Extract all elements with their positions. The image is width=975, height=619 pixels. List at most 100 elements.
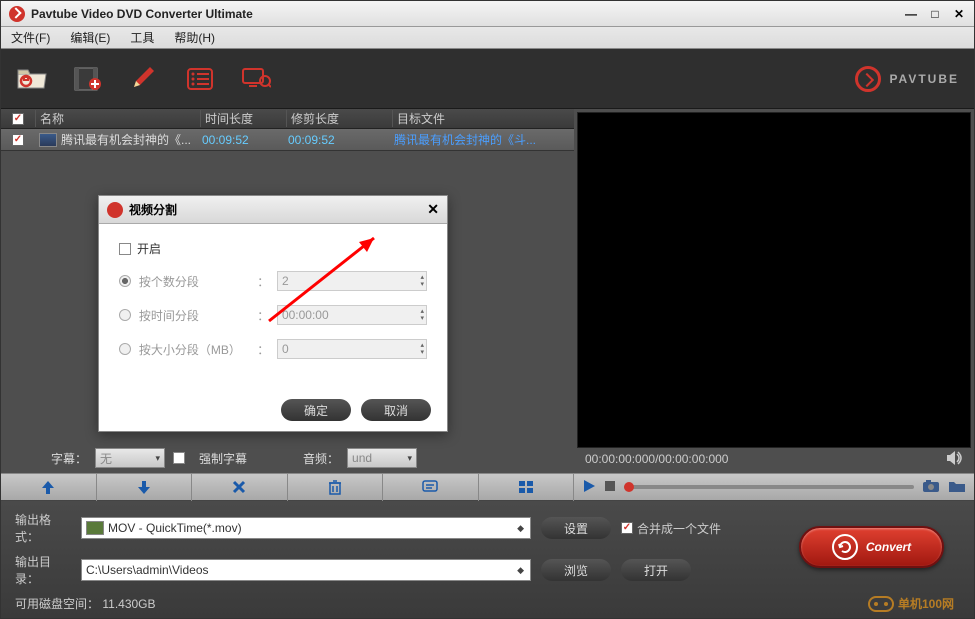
select-all-checkbox[interactable] bbox=[12, 113, 24, 125]
browse-button[interactable]: 浏览 bbox=[541, 559, 611, 581]
disk-space-label: 可用磁盘空间： bbox=[15, 597, 99, 611]
brand-logo: PAVTUBE bbox=[855, 66, 959, 92]
dialog-icon bbox=[107, 202, 123, 218]
forced-sub-checkbox[interactable] bbox=[173, 452, 185, 464]
format-icon bbox=[86, 521, 104, 535]
dialog-titlebar[interactable]: 视频分割 ✕ bbox=[99, 196, 447, 224]
file-list-panel: 名称 时间长度 修剪长度 目标文件 腾讯最有机会封神的《... 00:09:52… bbox=[1, 109, 574, 473]
menu-tool[interactable]: 工具 bbox=[130, 29, 154, 46]
time-spinner[interactable]: 00:00:00 bbox=[277, 305, 427, 325]
titlebar[interactable]: Pavtube Video DVD Converter Ultimate — □… bbox=[1, 1, 974, 27]
output-dir-input[interactable]: C:\Users\admin\Videos bbox=[81, 559, 531, 581]
by-count-radio[interactable] bbox=[119, 275, 131, 287]
filmstrip-add-icon bbox=[73, 66, 103, 92]
app-icon bbox=[9, 6, 25, 22]
action-bar bbox=[1, 473, 974, 501]
time-display: 00:00:00:000/00:00:00:000 bbox=[577, 448, 971, 470]
header-target[interactable]: 目标文件 bbox=[392, 110, 574, 127]
seek-slider[interactable] bbox=[624, 485, 914, 489]
info-button[interactable] bbox=[383, 473, 479, 501]
convert-label: Convert bbox=[866, 540, 911, 554]
volume-icon[interactable] bbox=[945, 450, 963, 469]
minimize-button[interactable]: — bbox=[904, 7, 918, 21]
by-size-label: 按大小分段（MB） bbox=[139, 341, 257, 358]
by-time-radio[interactable] bbox=[119, 309, 131, 321]
row-checkbox[interactable] bbox=[12, 134, 24, 146]
move-down-button[interactable] bbox=[97, 473, 193, 501]
grid-button[interactable] bbox=[479, 473, 575, 501]
menu-edit[interactable]: 编辑(E) bbox=[70, 29, 110, 46]
dialog-close-button[interactable]: ✕ bbox=[427, 201, 439, 218]
format-dropdown[interactable]: MOV - QuickTime(*.mov) bbox=[81, 517, 531, 539]
maximize-button[interactable]: □ bbox=[928, 7, 942, 21]
merge-checkbox[interactable] bbox=[621, 522, 633, 534]
list-button[interactable] bbox=[184, 63, 216, 95]
video-preview[interactable] bbox=[577, 112, 971, 448]
window-title: Pavtube Video DVD Converter Ultimate bbox=[31, 7, 253, 21]
move-up-button[interactable] bbox=[1, 473, 97, 501]
header-name[interactable]: 名称 bbox=[35, 110, 200, 127]
header-duration[interactable]: 时间长度 bbox=[200, 110, 286, 127]
pencil-icon bbox=[130, 65, 158, 93]
enable-checkbox[interactable] bbox=[119, 243, 131, 255]
delete-button[interactable] bbox=[288, 473, 384, 501]
by-time-label: 按时间分段 bbox=[139, 307, 257, 324]
convert-button[interactable]: Convert bbox=[799, 526, 944, 568]
watermark-text: 单机100网 bbox=[898, 595, 954, 612]
close-button[interactable]: ✕ bbox=[952, 7, 966, 21]
stop-button[interactable] bbox=[604, 480, 616, 495]
menu-help[interactable]: 帮助(H) bbox=[174, 29, 215, 46]
menubar: 文件(F) 编辑(E) 工具 帮助(H) bbox=[1, 27, 974, 49]
row-trim: 00:09:52 bbox=[284, 133, 390, 147]
count-spinner[interactable]: 2 bbox=[277, 271, 427, 291]
merge-label: 合并成一个文件 bbox=[637, 520, 721, 537]
screen-button[interactable] bbox=[240, 63, 272, 95]
subtitle-label: 字幕： bbox=[51, 450, 87, 467]
header-trim[interactable]: 修剪长度 bbox=[286, 110, 392, 127]
by-count-label: 按个数分段 bbox=[139, 273, 257, 290]
row-duration: 00:09:52 bbox=[198, 133, 284, 147]
settings-button[interactable]: 设置 bbox=[541, 517, 611, 539]
forced-sub-label: 强制字幕 bbox=[199, 450, 247, 467]
snapshot-button[interactable] bbox=[922, 479, 940, 496]
menu-file[interactable]: 文件(F) bbox=[11, 29, 50, 46]
time-text: 00:00:00:000/00:00:00:000 bbox=[585, 452, 728, 466]
subtitle-bar: 字幕： 无 强制字幕 音频： und bbox=[1, 443, 574, 473]
list-body: 视频分割 ✕ 开启 按个数分段 ： 2 bbox=[1, 151, 574, 443]
play-button[interactable] bbox=[582, 479, 596, 496]
convert-icon bbox=[832, 534, 858, 560]
audio-label: 音频： bbox=[303, 450, 339, 467]
cancel-button[interactable]: 取消 bbox=[361, 399, 431, 421]
open-folder-button[interactable] bbox=[16, 63, 48, 95]
by-size-radio[interactable] bbox=[119, 343, 131, 355]
enable-label: 开启 bbox=[137, 240, 161, 257]
add-video-button[interactable] bbox=[72, 63, 104, 95]
output-dir-label: 输出目录： bbox=[15, 553, 71, 587]
split-dialog: 视频分割 ✕ 开启 按个数分段 ： 2 bbox=[98, 195, 448, 432]
preview-panel: 00:00:00:000/00:00:00:000 bbox=[574, 109, 974, 473]
folder-icon bbox=[16, 66, 48, 92]
main-area: 名称 时间长度 修剪长度 目标文件 腾讯最有机会封神的《... 00:09:52… bbox=[1, 109, 974, 473]
format-label: 输出格式： bbox=[15, 511, 71, 545]
app-window: Pavtube Video DVD Converter Ultimate — □… bbox=[0, 0, 975, 619]
brand-text: PAVTUBE bbox=[889, 72, 959, 86]
open-button[interactable]: 打开 bbox=[621, 559, 691, 581]
list-icon bbox=[186, 67, 214, 91]
subtitle-dropdown[interactable]: 无 bbox=[95, 448, 165, 468]
output-folder-button[interactable] bbox=[948, 479, 966, 496]
size-spinner[interactable]: 0 bbox=[277, 339, 427, 359]
brand-icon bbox=[855, 66, 881, 92]
remove-button[interactable] bbox=[192, 473, 288, 501]
audio-dropdown[interactable]: und bbox=[347, 448, 417, 468]
table-row[interactable]: 腾讯最有机会封神的《... 00:09:52 00:09:52 腾讯最有机会封神… bbox=[1, 129, 574, 151]
disk-space-value: 11.430GB bbox=[102, 597, 155, 611]
watermark: 单机100网 bbox=[868, 595, 954, 612]
toolbar: PAVTUBE bbox=[1, 49, 974, 109]
list-header: 名称 时间长度 修剪长度 目标文件 bbox=[1, 109, 574, 129]
row-name: 腾讯最有机会封神的《... bbox=[61, 131, 198, 148]
monitor-icon bbox=[241, 67, 271, 91]
dialog-title: 视频分割 bbox=[129, 201, 177, 218]
row-target: 腾讯最有机会封神的《斗... bbox=[390, 131, 574, 148]
ok-button[interactable]: 确定 bbox=[281, 399, 351, 421]
edit-button[interactable] bbox=[128, 63, 160, 95]
